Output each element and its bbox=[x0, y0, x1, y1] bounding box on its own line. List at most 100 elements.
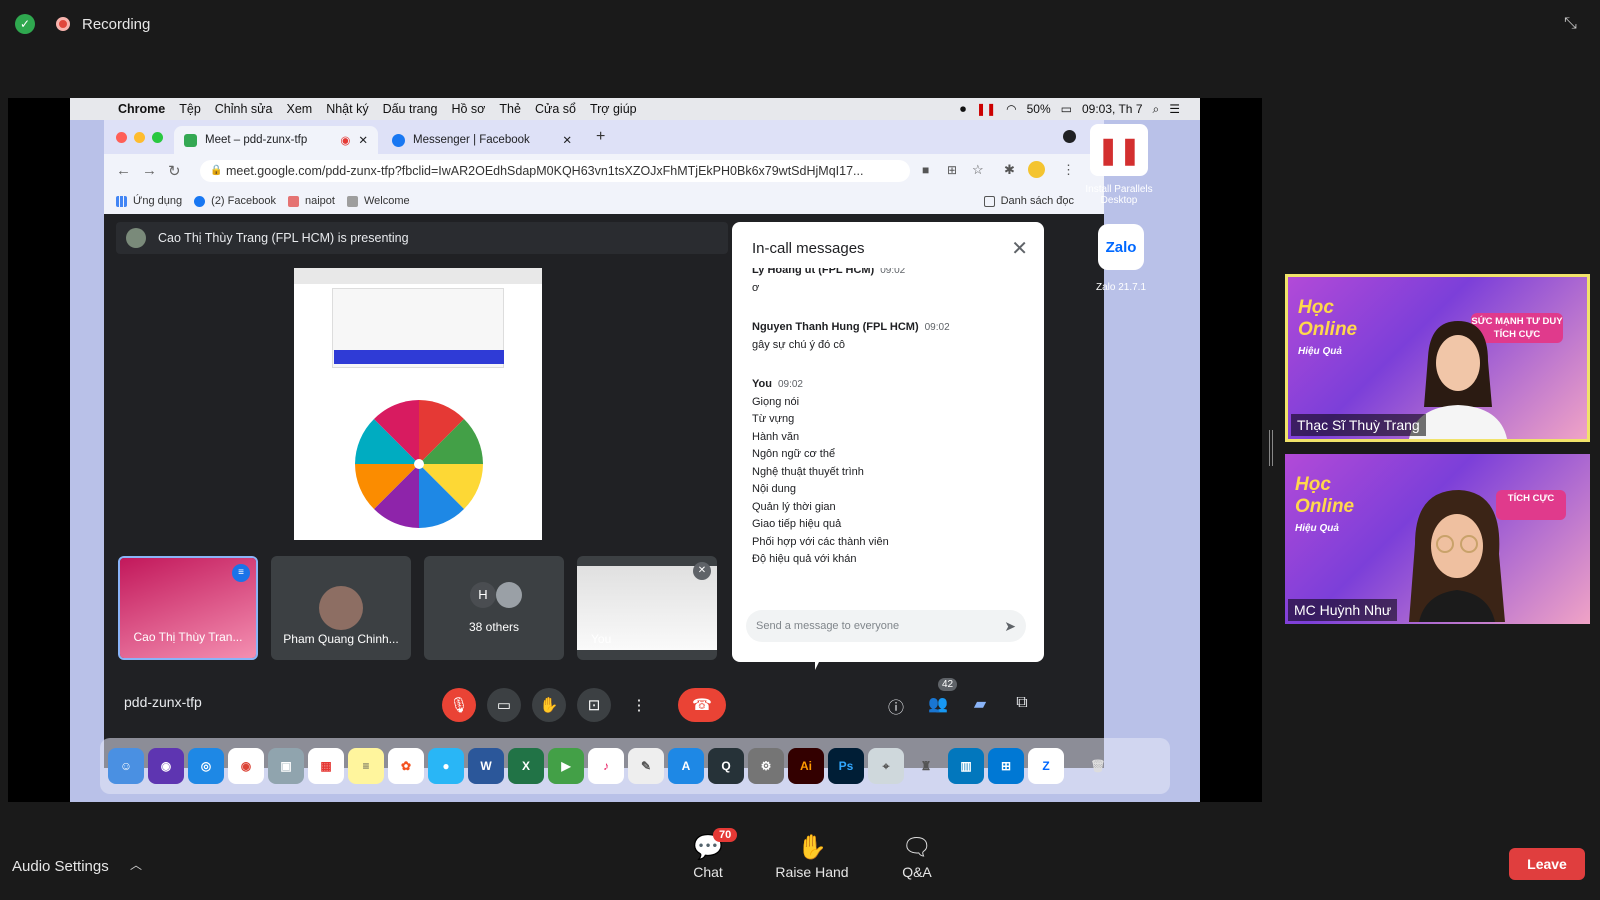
parallels-status-icon[interactable]: ❚❚ bbox=[976, 102, 996, 116]
raise-hand-toolbar-button[interactable]: ✋ Raise Hand bbox=[767, 832, 857, 880]
people-icon[interactable]: 👥 bbox=[926, 694, 950, 718]
menu-item[interactable]: Chỉnh sửa bbox=[215, 102, 273, 116]
more-options-button[interactable]: ⋮ bbox=[622, 688, 656, 722]
meeting-info-icon[interactable]: ⓘ bbox=[884, 694, 908, 718]
participant-tile-others[interactable]: H 38 others bbox=[424, 556, 564, 660]
address-bar[interactable]: 🔒 meet.google.com/pdd-zunx-tfp?fbclid=Iw… bbox=[200, 160, 910, 182]
automator-icon[interactable]: ♜ bbox=[908, 748, 944, 784]
siri-icon[interactable]: ◉ bbox=[148, 748, 184, 784]
mic-toggle-button[interactable]: 🎙 bbox=[442, 688, 476, 722]
minimize-window-icon[interactable] bbox=[134, 132, 145, 143]
new-tab-icon[interactable]: + bbox=[596, 128, 605, 146]
message-input[interactable]: Send a message to everyone ➤ bbox=[746, 610, 1026, 642]
collapse-icon[interactable]: ⤡ bbox=[1564, 15, 1586, 37]
raise-hand-button[interactable]: ✋ bbox=[532, 688, 566, 722]
tab-meet[interactable]: Meet – pdd-zunx-tfp ◉ ✕ bbox=[174, 126, 378, 154]
end-call-button[interactable]: ☎ bbox=[678, 688, 726, 722]
translate-icon[interactable]: ⊞ bbox=[947, 163, 957, 177]
chevron-up-icon[interactable]: ︿ bbox=[130, 856, 142, 873]
parallels-dock-icon[interactable]: ▥ bbox=[948, 748, 984, 784]
qa-button[interactable]: 🗨 Q&A bbox=[872, 832, 962, 880]
reload-icon[interactable]: ↻ bbox=[168, 162, 181, 180]
present-button[interactable]: ⊡ bbox=[577, 688, 611, 722]
bookmark-apps[interactable]: Ứng dụng bbox=[116, 195, 182, 207]
camera-toggle-button[interactable]: ▭ bbox=[487, 688, 521, 722]
leave-button[interactable]: Leave bbox=[1509, 848, 1585, 880]
menu-list-icon[interactable]: ☰ bbox=[1169, 102, 1180, 116]
presenting-banner: Cao Thị Thùy Trang (FPL HCM) is presenti… bbox=[116, 222, 728, 254]
tab-search-icon[interactable] bbox=[1063, 130, 1076, 143]
menu-item[interactable]: Dấu trang bbox=[383, 102, 438, 116]
music-icon[interactable]: ♪ bbox=[588, 748, 624, 784]
bookmark-facebook[interactable]: (2) Facebook bbox=[194, 195, 276, 207]
maps-icon[interactable]: ⌖ bbox=[868, 748, 904, 784]
textedit-icon[interactable]: ✎ bbox=[628, 748, 664, 784]
quicktime-icon[interactable]: Q bbox=[708, 748, 744, 784]
word-icon[interactable]: W bbox=[468, 748, 504, 784]
zalo-dock-icon[interactable]: Z bbox=[1028, 748, 1064, 784]
parallels-desktop-icon[interactable]: ❚❚ bbox=[1090, 124, 1148, 176]
top-bar: ✓ Recording ⤡ bbox=[0, 0, 1600, 50]
close-tab-icon[interactable]: ✕ bbox=[562, 133, 572, 147]
close-icon[interactable]: ✕ bbox=[1011, 236, 1028, 261]
split-handle[interactable] bbox=[1269, 430, 1273, 466]
zoom-window-icon[interactable] bbox=[152, 132, 163, 143]
notes-icon[interactable]: ≡ bbox=[348, 748, 384, 784]
reading-list[interactable]: Danh sách đọc bbox=[983, 195, 1074, 207]
wifi-icon[interactable]: ◠ bbox=[1006, 102, 1016, 116]
preview-icon[interactable]: ▣ bbox=[268, 748, 304, 784]
safari-icon[interactable]: ◎ bbox=[188, 748, 224, 784]
menu-item[interactable]: Xem bbox=[286, 102, 312, 116]
calendar-icon[interactable]: ▦ bbox=[308, 748, 344, 784]
menu-item[interactable]: Nhật ký bbox=[326, 102, 368, 116]
menu-item[interactable]: Chrome bbox=[118, 102, 165, 116]
chat-button[interactable]: 💬 70 Chat bbox=[663, 828, 753, 880]
clock[interactable]: 09:03, Th 7 bbox=[1082, 102, 1143, 116]
close-window-icon[interactable] bbox=[116, 132, 127, 143]
video-tile[interactable]: Học Online Hiệu Quả TÍCH CỰC MC Huỳnh Như bbox=[1285, 454, 1590, 624]
menu-item[interactable]: Tệp bbox=[179, 102, 201, 116]
more-icon[interactable]: ⋮ bbox=[1062, 162, 1075, 178]
tab-messenger[interactable]: Messenger | Facebook ✕ bbox=[382, 126, 582, 154]
bookmark-naipot[interactable]: naipot bbox=[287, 195, 335, 207]
camera-icon[interactable]: ■ bbox=[922, 163, 929, 177]
trash-icon[interactable]: 🗑 bbox=[1080, 748, 1116, 784]
chat-icon[interactable]: ▰ bbox=[968, 694, 992, 718]
finder-icon[interactable]: ☺ bbox=[108, 748, 144, 784]
spotlight-icon[interactable]: ⌕ bbox=[1153, 102, 1160, 117]
menu-item[interactable]: Cửa sổ bbox=[535, 102, 576, 116]
activities-icon[interactable]: ⧉ bbox=[1010, 694, 1034, 718]
app-store-icon[interactable]: A bbox=[668, 748, 704, 784]
profile-avatar[interactable] bbox=[1028, 161, 1045, 178]
close-tab-icon[interactable]: ✕ bbox=[358, 133, 368, 147]
message-input-placeholder: Send a message to everyone bbox=[756, 620, 900, 632]
messages-icon[interactable]: ● bbox=[428, 748, 464, 784]
back-icon[interactable]: ← bbox=[116, 162, 131, 179]
record-status-icon[interactable]: ⏺ bbox=[960, 102, 966, 117]
audio-settings-button[interactable]: Audio Settings bbox=[12, 858, 109, 875]
facetime-icon[interactable]: ▶ bbox=[548, 748, 584, 784]
zalo-desktop-icon[interactable]: Zalo bbox=[1098, 224, 1144, 270]
menu-item[interactable]: Thẻ bbox=[499, 102, 521, 116]
excel-icon[interactable]: X bbox=[508, 748, 544, 784]
photos-icon[interactable]: ✿ bbox=[388, 748, 424, 784]
extensions-icon[interactable]: ✱ bbox=[1004, 162, 1015, 178]
bookmark-welcome[interactable]: Welcome bbox=[346, 195, 410, 207]
chrome-icon[interactable]: ◉ bbox=[228, 748, 264, 784]
send-icon[interactable]: ➤ bbox=[1004, 610, 1016, 642]
participant-tile-self[interactable]: ✕ You bbox=[577, 556, 717, 660]
menu-item[interactable]: Hồ sơ bbox=[451, 102, 485, 116]
battery-icon[interactable]: ▭ bbox=[1061, 102, 1072, 116]
menu-item[interactable]: Trợ giúp bbox=[590, 102, 637, 116]
shield-icon[interactable]: ✓ bbox=[15, 14, 35, 34]
forward-icon[interactable]: → bbox=[142, 162, 157, 179]
illustrator-icon[interactable]: Ai bbox=[788, 748, 824, 784]
windows-icon[interactable]: ⊞ bbox=[988, 748, 1024, 784]
system-preferences-icon[interactable]: ⚙ bbox=[748, 748, 784, 784]
participant-tile[interactable]: ≡ Cao Thị Thùy Tran... bbox=[118, 556, 258, 660]
participant-tile[interactable]: Pham Quang Chinh... bbox=[271, 556, 411, 660]
message-line: Độ hiệu quả với khán bbox=[752, 553, 857, 565]
video-tile[interactable]: Học Online Hiệu Quả SỨC MẠNH TƯ DUY TÍCH … bbox=[1285, 274, 1590, 442]
bookmark-star-icon[interactable]: ☆ bbox=[972, 162, 984, 178]
photoshop-icon[interactable]: Ps bbox=[828, 748, 864, 784]
